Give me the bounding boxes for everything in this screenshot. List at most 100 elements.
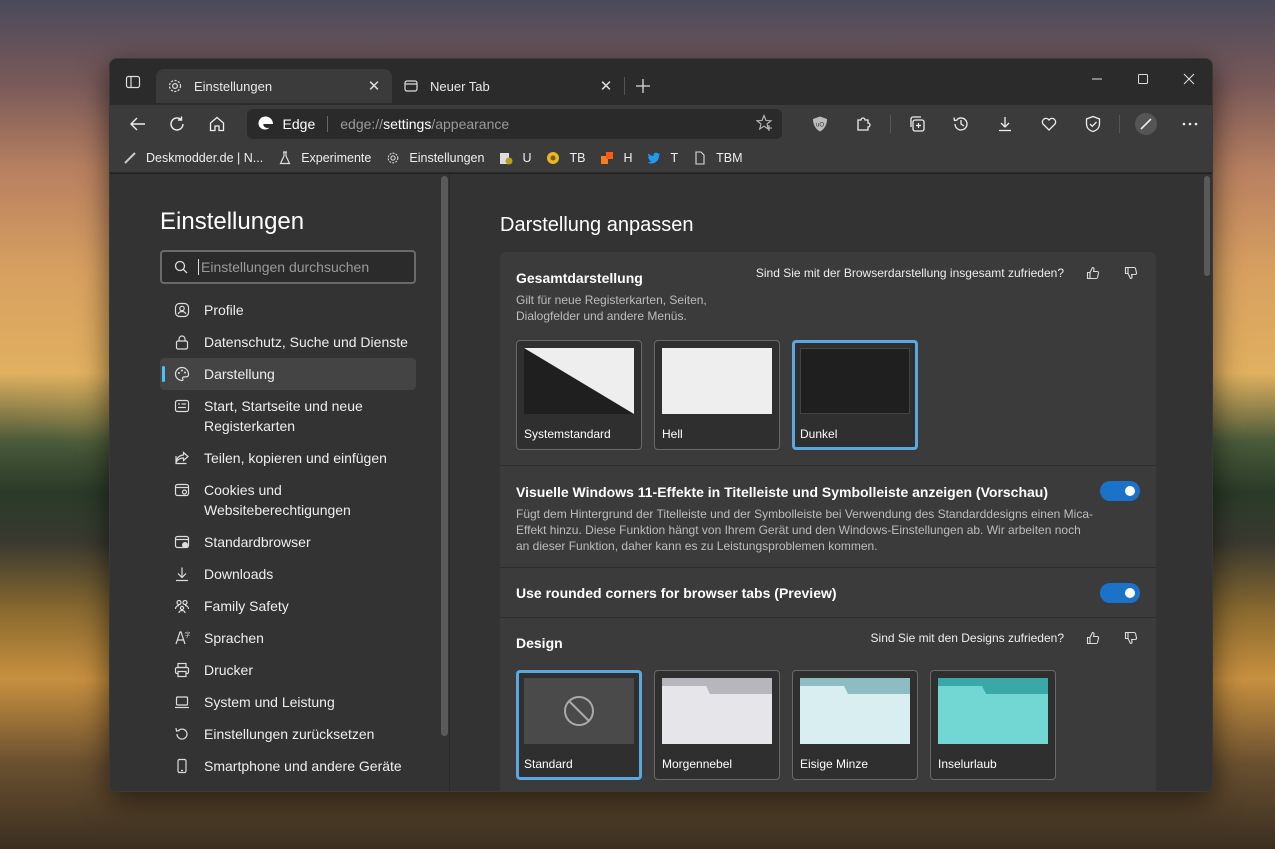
lock-icon: [174, 332, 190, 352]
tab-actions-button[interactable]: [110, 59, 156, 105]
performance-button[interactable]: [1027, 108, 1071, 140]
home-button[interactable]: [197, 108, 237, 140]
sidebar-item-label: Start, Startseite und neue Registerkarte…: [204, 398, 363, 434]
sidebar-item-reset[interactable]: Einstellungen zurücksetzen: [160, 718, 416, 750]
sidebar-item-default-browser[interactable]: Standardbrowser: [160, 526, 416, 558]
printer-icon: [174, 660, 190, 680]
feedback-question: Sind Sie mit der Browserdarstellung insg…: [755, 266, 1064, 280]
design-option-standard[interactable]: Standard: [516, 670, 642, 780]
favorite-einstellungen[interactable]: Einstellungen: [385, 150, 484, 166]
theme-option-system[interactable]: Systemstandard: [516, 340, 642, 450]
morgennebel-preview: [662, 678, 772, 744]
sidebar-item-appearance[interactable]: Darstellung: [160, 358, 416, 390]
more-button[interactable]: [1168, 108, 1212, 140]
favorite-tb[interactable]: TB: [545, 150, 585, 166]
thumbs-up-icon[interactable]: [1084, 264, 1102, 282]
sidebar-item-share[interactable]: Teilen, kopieren und einfügen: [160, 442, 416, 474]
sidebar-item-privacy[interactable]: Datenschutz, Suche und Dienste: [160, 326, 416, 358]
eisige-minze-preview: [800, 678, 910, 744]
mica-toggle[interactable]: [1100, 481, 1140, 501]
ublock-button[interactable]: uO: [798, 108, 842, 140]
sidebar-item-phone[interactable]: Smartphone und andere Geräte: [160, 750, 416, 782]
collections-button[interactable]: [895, 108, 939, 140]
toolbar: Edge edge://settings/appearance uO: [110, 105, 1212, 143]
design-option-morgennebel[interactable]: Morgennebel: [654, 670, 780, 780]
sidebar-item-downloads[interactable]: Downloads: [160, 558, 416, 590]
settings-search[interactable]: [160, 250, 416, 284]
thumbs-down-icon[interactable]: [1122, 264, 1140, 282]
main-scrollbar[interactable]: [1204, 176, 1210, 276]
theme-label: Hell: [662, 427, 683, 441]
new-tab-button[interactable]: [625, 69, 661, 103]
favorite-label: TB: [569, 150, 586, 165]
start-icon: [174, 396, 190, 416]
thumbs-up-icon[interactable]: [1084, 629, 1102, 647]
favorite-u[interactable]: U: [498, 150, 531, 166]
design-feedback: Sind Sie mit den Designs zufrieden?: [871, 629, 1140, 647]
settings-main: Darstellung anpassen Gesamtdarstellung G…: [450, 174, 1212, 791]
favorite-t[interactable]: T: [646, 150, 678, 166]
sidebar-item-languages[interactable]: 字 Sprachen: [160, 622, 416, 654]
sidebar-item-cookies[interactable]: Cookies und Websiteberechtigungen: [160, 474, 416, 526]
gear-icon: [166, 77, 184, 95]
back-button[interactable]: [118, 108, 158, 140]
minimize-button[interactable]: [1074, 59, 1120, 99]
add-favorite-icon[interactable]: [755, 113, 774, 135]
share-icon: [174, 448, 190, 468]
address-bar[interactable]: Edge edge://settings/appearance: [246, 109, 783, 139]
history-button[interactable]: [939, 108, 983, 140]
edge-logo-icon: [257, 114, 275, 135]
design-option-inselurlaub[interactable]: Inselurlaub: [930, 670, 1056, 780]
favorite-deskmodder[interactable]: Deskmodder.de | N...: [122, 150, 263, 166]
design-title: Design: [516, 635, 563, 651]
browser-essentials-button[interactable]: [1071, 108, 1115, 140]
feedback-question: Sind Sie mit den Designs zufrieden?: [870, 631, 1064, 645]
design-label: Morgennebel: [662, 757, 733, 771]
tab-actions-icon: [125, 75, 141, 89]
profile-icon: [174, 300, 190, 320]
tab-settings[interactable]: Einstellungen ✕: [156, 69, 392, 103]
rounded-corners-section: Use rounded corners for browser tabs (Pr…: [500, 568, 1156, 618]
search-input[interactable]: [198, 259, 398, 275]
theme-option-dark[interactable]: Dunkel: [792, 340, 918, 450]
sidebar-scrollbar[interactable]: [441, 176, 448, 736]
close-tab-icon[interactable]: ✕: [366, 77, 382, 95]
close-window-button[interactable]: [1166, 59, 1212, 99]
favorite-h[interactable]: H: [599, 150, 632, 166]
theme-option-light[interactable]: Hell: [654, 340, 780, 450]
design-label: Eisige Minze: [800, 757, 869, 771]
settings-title: Einstellungen: [160, 208, 305, 235]
mica-section: Visuelle Windows 11-Effekte in Titelleis…: [500, 466, 1156, 568]
sidebar-item-start[interactable]: Start, Startseite und neue Registerkarte…: [160, 390, 416, 442]
sidebar-item-system[interactable]: System und Leistung: [160, 686, 416, 718]
extensions-button[interactable]: [842, 108, 886, 140]
collections-icon: [910, 116, 925, 132]
close-tab-icon[interactable]: ✕: [598, 77, 614, 95]
design-option-eisige-minze[interactable]: Eisige Minze: [792, 670, 918, 780]
favorite-experimente[interactable]: Experimente: [277, 150, 371, 166]
sidebar-item-family-safety[interactable]: Family Safety: [160, 590, 416, 622]
mica-desc-line1: Fügt dem Hintergrund der Titelleiste und…: [516, 507, 1093, 521]
inselurlaub-preview: [938, 678, 1048, 744]
family-icon: [174, 596, 190, 616]
settings-sidebar: Einstellungen Profile Datenschutz, Suche…: [110, 174, 450, 791]
favorite-tbm[interactable]: TBM: [692, 150, 743, 166]
maximize-button[interactable]: [1120, 59, 1166, 99]
overall-desc-line1: Gilt für neue Registerkarten, Seiten,: [516, 293, 707, 307]
favorite-label: T: [670, 150, 679, 165]
design-label: Inselurlaub: [938, 757, 997, 771]
plus-icon: [636, 79, 650, 93]
thumbs-down-icon[interactable]: [1122, 629, 1140, 647]
refresh-button[interactable]: [158, 108, 198, 140]
sidebar-item-printer[interactable]: Drucker: [160, 654, 416, 686]
profile-button[interactable]: [1124, 108, 1168, 140]
overall-feedback: Sind Sie mit der Browserdarstellung insg…: [756, 264, 1140, 282]
favorite-label: U: [522, 150, 532, 165]
rounded-corners-toggle[interactable]: [1100, 583, 1140, 603]
downloads-button[interactable]: [983, 108, 1027, 140]
sidebar-item-label: Sprachen: [204, 630, 264, 646]
light-theme-preview: [662, 348, 772, 414]
sidebar-item-label: Einstellungen zurücksetzen: [204, 726, 375, 742]
tab-new-tab[interactable]: Neuer Tab ✕: [392, 69, 624, 103]
sidebar-item-profile[interactable]: Profile: [160, 294, 416, 326]
